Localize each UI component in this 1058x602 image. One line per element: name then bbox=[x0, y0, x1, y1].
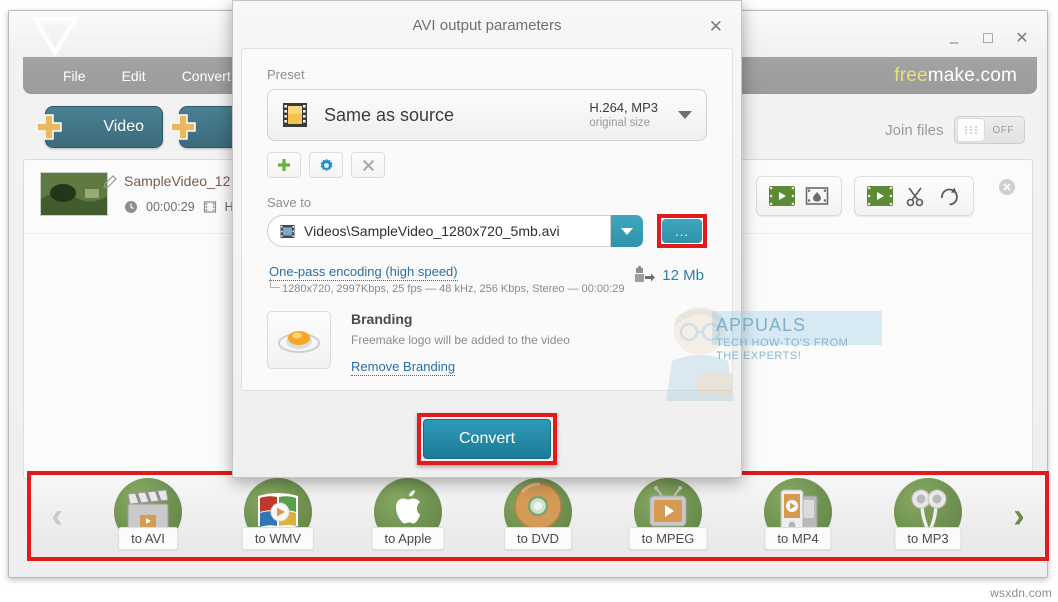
file-name: SampleVideo_12 bbox=[124, 173, 231, 189]
chevron-down-icon bbox=[621, 227, 633, 235]
format-button-to-wmv[interactable]: to WMV bbox=[222, 476, 334, 556]
format-label: to WMV bbox=[241, 527, 315, 550]
save-to-label: Save to bbox=[267, 195, 312, 210]
filmstrip-icon bbox=[283, 103, 307, 127]
convert-button[interactable]: Convert bbox=[423, 419, 551, 459]
format-button-to-dvd[interactable]: to DVD bbox=[482, 476, 594, 556]
add-preset-button[interactable] bbox=[267, 152, 301, 178]
delete-preset-button[interactable] bbox=[351, 152, 385, 178]
play-icon[interactable] bbox=[867, 186, 893, 206]
brand-logo-text: freemake.com bbox=[894, 65, 1017, 87]
browse-button-highlight: ... bbox=[657, 214, 707, 248]
video-effects-icon[interactable] bbox=[805, 185, 829, 207]
format-button-to-mp4[interactable]: to MP4 bbox=[742, 476, 854, 556]
brand-part-free: free bbox=[894, 64, 928, 86]
preview-group[interactable] bbox=[756, 176, 842, 216]
brand-part-make: make.com bbox=[927, 64, 1017, 86]
format-label: to DVD bbox=[504, 527, 572, 550]
grip-icon bbox=[956, 118, 985, 142]
play-icon[interactable] bbox=[769, 186, 795, 206]
output-parameters-dialog: AVI output parameters ✕ Preset Same as s… bbox=[232, 0, 882, 478]
dialog-close-button[interactable]: ✕ bbox=[709, 17, 723, 37]
format-label: to MP3 bbox=[894, 527, 962, 550]
save-path-input[interactable]: Videos\SampleVideo_1280x720_5mb.avi bbox=[267, 215, 611, 247]
encoding-mode-link[interactable]: One-pass encoding (high speed) bbox=[269, 264, 458, 281]
dots-grid-icon bbox=[964, 126, 977, 134]
menu-item-edit[interactable]: Edit bbox=[104, 57, 164, 94]
close-button[interactable]: ✕ bbox=[1013, 31, 1031, 47]
remove-file-icon[interactable] bbox=[998, 178, 1016, 196]
row-action-buttons bbox=[756, 176, 974, 216]
format-label: to MPEG bbox=[628, 527, 708, 550]
file-video-icon bbox=[280, 224, 295, 238]
format-button-to-mpeg[interactable]: to MPEG bbox=[612, 476, 724, 556]
tree-elbow bbox=[270, 278, 280, 288]
format-label: to MP4 bbox=[764, 527, 832, 550]
save-path-dropdown-button[interactable] bbox=[611, 215, 643, 247]
menu-item-file[interactable]: File bbox=[45, 57, 104, 94]
clock-icon bbox=[125, 201, 137, 213]
minimize-button[interactable]: – bbox=[945, 35, 963, 50]
file-duration: 00:00:29 bbox=[146, 200, 195, 214]
preset-selector[interactable]: Same as source H.264, MP3 original size bbox=[267, 89, 707, 141]
output-size-badge: 12 Mb bbox=[633, 265, 704, 285]
screen-root: – □ ✕ File Edit Convert freemake.com Vid… bbox=[0, 0, 1058, 602]
freemake-logo-icon bbox=[278, 331, 320, 353]
format-button-to-mp3[interactable]: to MP3 bbox=[872, 476, 984, 556]
formats-prev-arrow[interactable]: ‹ bbox=[31, 499, 83, 533]
maximize-button[interactable]: □ bbox=[979, 31, 997, 47]
preset-section-label: Preset bbox=[267, 67, 305, 82]
convert-button-highlight: Convert bbox=[417, 413, 557, 465]
chevron-down-icon[interactable] bbox=[678, 111, 692, 119]
cut-rotate-group[interactable] bbox=[854, 176, 974, 216]
encoding-details: 1280x720, 2997Kbps, 25 fps — 48 kHz, 256… bbox=[282, 283, 625, 295]
branding-subtitle: Freemake logo will be added to the video bbox=[351, 333, 570, 347]
watermark-bottom: wsxdn.com bbox=[990, 586, 1052, 600]
pencil-icon[interactable] bbox=[102, 174, 118, 190]
rotate-icon[interactable] bbox=[937, 185, 961, 207]
join-files-control[interactable]: Join files OFF bbox=[885, 116, 1025, 144]
browse-button[interactable]: ... bbox=[662, 219, 702, 243]
add-video-button[interactable]: Video bbox=[36, 106, 163, 148]
gear-icon bbox=[319, 158, 333, 171]
preset-spec: H.264, MP3 original size bbox=[589, 100, 658, 131]
branding-thumbnail bbox=[267, 311, 331, 369]
plus-icon bbox=[36, 114, 62, 140]
plus-icon bbox=[170, 114, 196, 140]
formats-next-arrow[interactable]: › bbox=[993, 499, 1045, 533]
join-files-state: OFF bbox=[992, 124, 1014, 136]
output-size-text: 12 Mb bbox=[662, 266, 704, 284]
add-video-label: Video bbox=[103, 118, 144, 135]
edit-preset-button[interactable] bbox=[309, 152, 343, 178]
branding-section: Branding Freemake logo will be added to … bbox=[267, 311, 707, 377]
format-list: to AVI to WMV to Apple to DVD to MPEG to… bbox=[83, 476, 993, 556]
plus-icon bbox=[278, 159, 290, 171]
preset-action-buttons bbox=[267, 152, 385, 178]
preset-name: Same as source bbox=[324, 104, 455, 125]
dialog-title: AVI output parameters bbox=[412, 16, 562, 34]
join-files-toggle[interactable]: OFF bbox=[953, 116, 1025, 144]
thumbnail-art bbox=[41, 173, 107, 215]
join-files-label: Join files bbox=[885, 121, 944, 139]
window-controls: – □ ✕ bbox=[945, 31, 1031, 50]
save-path-text: Videos\SampleVideo_1280x720_5mb.avi bbox=[304, 223, 560, 239]
preset-codec: H.264, MP3 bbox=[589, 99, 658, 115]
compress-export-icon bbox=[635, 266, 656, 282]
scissors-icon[interactable] bbox=[903, 185, 927, 207]
remove-branding-link[interactable]: Remove Branding bbox=[351, 359, 456, 376]
film-icon bbox=[203, 201, 216, 213]
format-button-to-apple[interactable]: to Apple bbox=[352, 476, 464, 556]
format-label: to AVI bbox=[118, 527, 178, 550]
branding-title: Branding bbox=[351, 311, 413, 327]
format-label: to Apple bbox=[371, 527, 445, 550]
format-button-to-avi[interactable]: to AVI bbox=[92, 476, 204, 556]
save-path-row: Videos\SampleVideo_1280x720_5mb.avi ... bbox=[267, 214, 707, 248]
format-toolbar: ‹ to AVI to WMV to Apple to DVD to MPEG … bbox=[27, 471, 1049, 561]
video-thumbnail bbox=[40, 172, 108, 216]
x-icon bbox=[362, 159, 374, 171]
preset-size: original size bbox=[589, 116, 651, 129]
freemake-v-logo-icon bbox=[31, 17, 79, 57]
dialog-panel: Preset Same as source H.264, MP3 origina… bbox=[241, 48, 882, 401]
